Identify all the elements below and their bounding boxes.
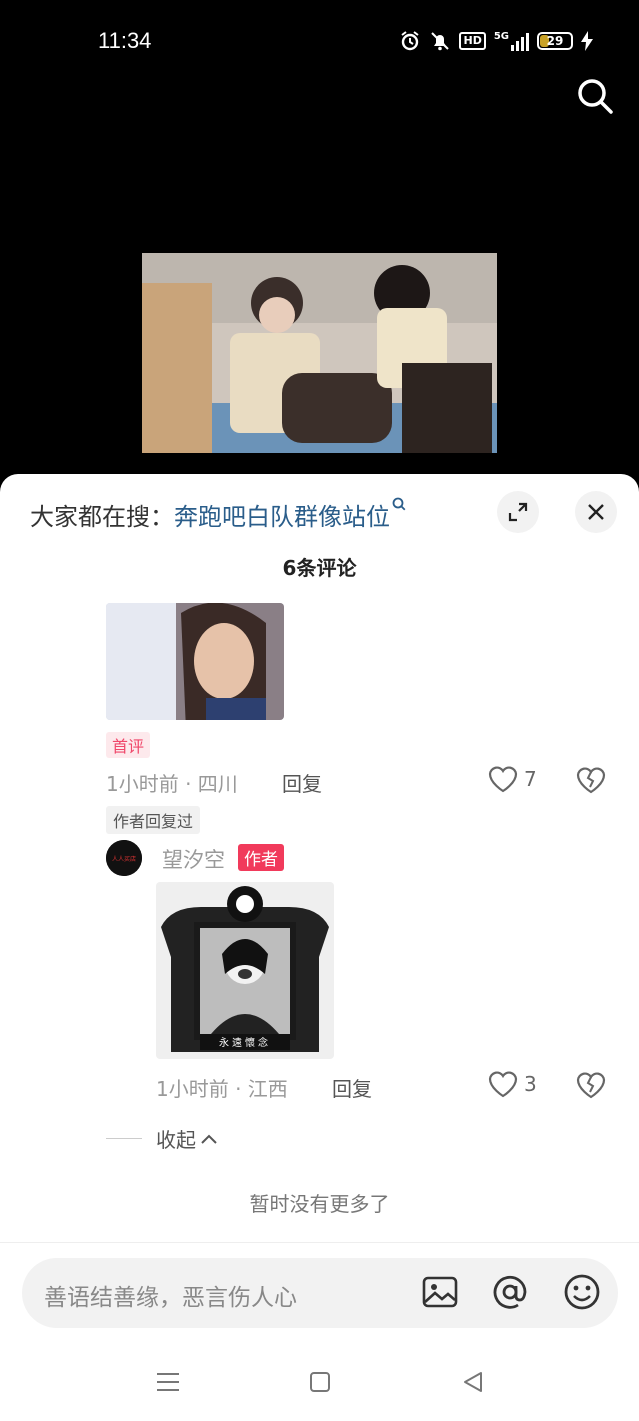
reply-image[interactable]: 永遠懷念 [156,882,334,1059]
input-divider [0,1242,639,1243]
menu-icon[interactable] [155,1371,181,1393]
mute-bell-icon [431,32,450,51]
first-comment-badge: 首评 [106,732,151,758]
video-thumbnail[interactable] [142,253,497,453]
like-count: 3 [524,1072,537,1096]
frame-caption: 永遠懷念 [219,1036,271,1049]
status-icons: HD 5G 29 [399,30,593,52]
close-icon [588,504,604,520]
divider-line [106,1138,142,1139]
comment-input-placeholder: 善语结善缘，恶言伤人心 [44,1285,297,1311]
back-icon[interactable] [461,1370,485,1394]
author-replied-badge: 作者回复过 [106,806,201,834]
expand-icon [508,502,528,522]
avatar[interactable]: 人人买店 [106,840,142,876]
system-nav-bar [0,1340,639,1421]
expand-button[interactable] [497,491,539,533]
network-type: 5G [493,31,509,42]
comment-image[interactable] [106,603,284,720]
like-count: 7 [524,767,537,791]
alarm-icon [401,31,420,51]
comment-time-location: 1小时前 · 四川 [106,772,238,796]
battery-indicator: 29 [537,32,573,50]
home-icon[interactable] [308,1370,332,1394]
search-icon[interactable] [575,76,615,116]
collapse-label: 收起 [156,1128,196,1152]
hot-search-label: 大家都在搜： [30,503,174,531]
broken-heart-icon[interactable] [576,1071,606,1099]
battery-level: 29 [546,34,564,48]
signal-icon: 5G [494,31,529,51]
close-button[interactable] [575,491,617,533]
comment-count: 6条评论 [282,556,357,580]
at-icon[interactable] [490,1272,530,1312]
like-button[interactable]: 3 [488,1070,537,1098]
like-button[interactable]: 7 [488,765,537,793]
status-bar: 11:34 HD 5G 29 [0,0,639,84]
comment-input[interactable]: 善语结善缘，恶言伤人心 [22,1258,618,1328]
charging-icon [581,31,593,51]
chevron-up-icon [201,1134,217,1144]
author-tag: 作者 [238,844,284,871]
username[interactable]: 望汐空 [162,844,225,874]
no-more-text: 暂时没有更多了 [249,1192,390,1216]
reply-button[interactable]: 回复 [282,768,322,797]
status-time: 11:34 [98,28,152,53]
hd-icon: HD [459,32,486,50]
avatar-text: 人人买店 [112,855,136,863]
hot-search-keyword[interactable]: 奔跑吧白队群像站位 [174,503,390,531]
broken-heart-icon[interactable] [576,766,606,794]
emoji-icon[interactable] [562,1272,602,1312]
reply-time-location: 1小时前 · 江西 [156,1077,288,1101]
collapse-replies-button[interactable]: 收起 [106,1124,218,1153]
search-icon [392,497,406,511]
heart-icon [488,766,518,793]
reply-button[interactable]: 回复 [332,1073,372,1102]
image-icon[interactable] [420,1272,460,1312]
heart-icon [488,1071,518,1098]
hot-search-banner[interactable]: 大家都在搜：奔跑吧白队群像站位 [30,497,406,532]
